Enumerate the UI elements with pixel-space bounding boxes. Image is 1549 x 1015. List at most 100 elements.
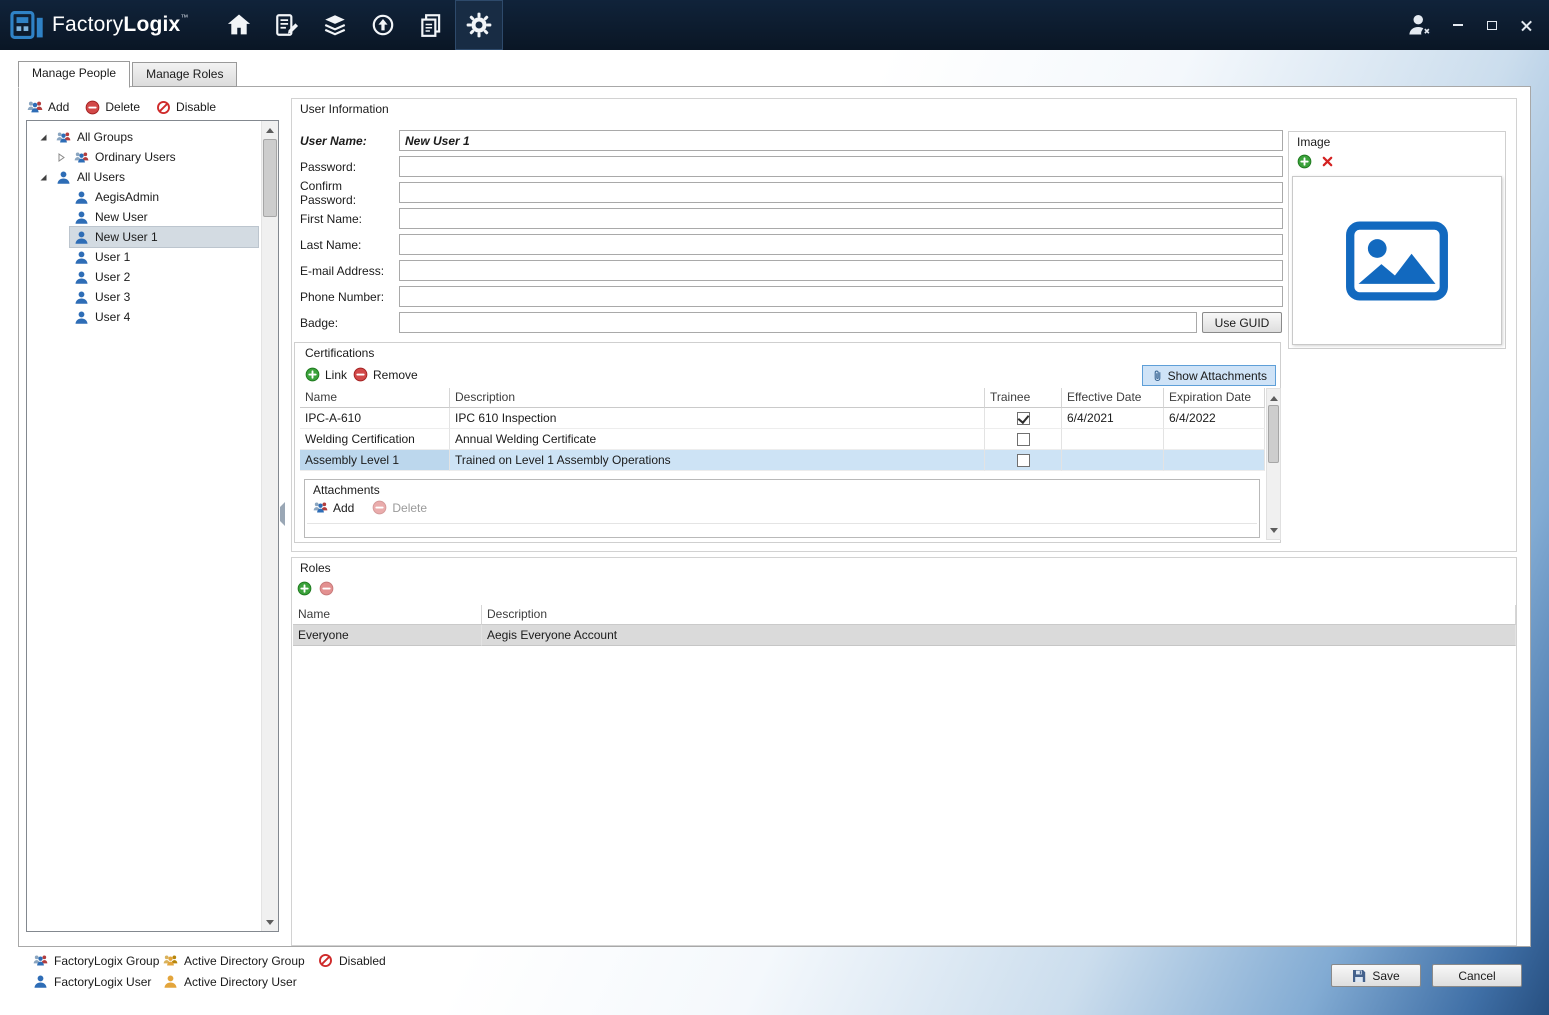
cert-row-description[interactable]: Annual Welding Certificate: [450, 429, 985, 450]
column-header-name[interactable]: Name: [293, 605, 482, 625]
tab-manage-people[interactable]: Manage People: [18, 61, 130, 88]
cert-row-description[interactable]: IPC 610 Inspection: [450, 408, 985, 429]
cert-row-effective-date[interactable]: 6/4/2021: [1062, 408, 1164, 429]
role-row-name[interactable]: Everyone: [293, 625, 482, 646]
cert-row-name[interactable]: Welding Certification: [300, 429, 450, 450]
maximize-icon[interactable]: [1483, 15, 1501, 35]
tree-item-all-groups[interactable]: All Groups: [27, 127, 261, 147]
scroll-up-icon[interactable]: [262, 122, 278, 138]
link-certification-button[interactable]: Link: [305, 367, 347, 382]
attachments-title: Attachments: [313, 483, 380, 497]
cert-scrollbar-thumb[interactable]: [1268, 405, 1279, 463]
last-name-input[interactable]: [399, 234, 1283, 255]
cert-row-name-selected[interactable]: Assembly Level 1: [300, 450, 450, 471]
tree-item-all-users[interactable]: All Users: [27, 167, 261, 187]
cert-row-expiration-date[interactable]: 6/4/2022: [1164, 408, 1265, 429]
column-header-expiration-date[interactable]: Expiration Date: [1164, 388, 1265, 408]
cert-row-effective-date[interactable]: [1062, 450, 1164, 471]
cancel-button[interactable]: Cancel: [1432, 964, 1522, 987]
tree-item-ordinary-users[interactable]: Ordinary Users: [27, 147, 261, 167]
scroll-down-icon[interactable]: [262, 914, 278, 930]
expander-open-icon[interactable]: [39, 167, 52, 187]
roles-title: Roles: [300, 561, 331, 575]
cert-row-trainee-cell[interactable]: [985, 408, 1062, 429]
settings-gear-icon[interactable]: [455, 0, 503, 50]
trainee-checkbox[interactable]: [1017, 454, 1030, 467]
delete-image-icon[interactable]: [1321, 155, 1334, 168]
user-image-area[interactable]: [1292, 176, 1502, 345]
attachments-list[interactable]: [307, 523, 1257, 536]
add-image-icon[interactable]: [1297, 154, 1312, 169]
use-guid-button[interactable]: Use GUID: [1202, 312, 1282, 333]
plus-circle-icon: [305, 367, 320, 382]
password-input[interactable]: [399, 156, 1283, 177]
cert-row-expiration-date[interactable]: [1164, 450, 1265, 471]
attachments-panel: Attachments Add Delete: [304, 479, 1260, 538]
tree-item-aegisadmin[interactable]: AegisAdmin: [27, 187, 261, 207]
user-name-input[interactable]: [399, 130, 1283, 151]
expander-open-icon[interactable]: [39, 127, 52, 147]
cert-row-effective-date[interactable]: [1062, 429, 1164, 450]
splitter-collapse-icon[interactable]: [280, 507, 285, 521]
column-header-description[interactable]: Description: [450, 388, 985, 408]
tree-scrollbar[interactable]: [261, 121, 278, 931]
cert-row-expiration-date[interactable]: [1164, 429, 1265, 450]
role-row-description[interactable]: Aegis Everyone Account: [482, 625, 1516, 646]
trainee-checkbox[interactable]: [1017, 412, 1030, 425]
person-icon: [72, 310, 90, 325]
cert-row-trainee-cell[interactable]: [985, 429, 1062, 450]
add-attachment-button[interactable]: Add: [313, 500, 354, 515]
trainee-checkbox[interactable]: [1017, 433, 1030, 446]
cert-row-trainee-cell[interactable]: [985, 450, 1062, 471]
scroll-down-icon[interactable]: [1267, 522, 1280, 538]
no-sign-icon: [318, 953, 333, 968]
production-nav-icon[interactable]: [263, 0, 311, 50]
column-header-trainee[interactable]: Trainee: [985, 388, 1062, 408]
expander-closed-icon[interactable]: [57, 147, 70, 167]
column-header-effective-date[interactable]: Effective Date: [1062, 388, 1164, 408]
person-icon: [72, 210, 90, 225]
remove-certification-button[interactable]: Remove: [353, 367, 418, 382]
column-header-description[interactable]: Description: [482, 605, 1516, 625]
add-user-button[interactable]: Add: [27, 99, 69, 115]
minimize-icon[interactable]: [1449, 15, 1467, 35]
tree-item-user-3[interactable]: User 3: [27, 287, 261, 307]
cert-row-name[interactable]: IPC-A-610: [300, 408, 450, 429]
close-icon[interactable]: [1517, 15, 1535, 35]
cert-row-description[interactable]: Trained on Level 1 Assembly Operations: [450, 450, 985, 471]
person-icon: [72, 250, 90, 265]
tab-manage-roles[interactable]: Manage Roles: [132, 62, 237, 87]
person-icon: [54, 170, 72, 185]
materials-nav-icon[interactable]: [311, 0, 359, 50]
tree-item-new-user[interactable]: New User: [27, 207, 261, 227]
disable-user-button[interactable]: Disable: [156, 100, 216, 115]
column-header-name[interactable]: Name: [300, 388, 450, 408]
home-nav-icon[interactable]: [215, 0, 263, 50]
tree-item-user-4[interactable]: User 4: [27, 307, 261, 327]
confirm-password-input[interactable]: [399, 182, 1283, 203]
certifications-scrollbar[interactable]: [1266, 388, 1281, 540]
certifications-title: Certifications: [305, 346, 374, 360]
tree-scrollbar-thumb[interactable]: [263, 139, 277, 217]
legend-active-directory-group: Active Directory Group: [163, 953, 305, 968]
badge-input[interactable]: [399, 312, 1197, 333]
delete-user-button[interactable]: Delete: [85, 100, 140, 115]
tree-item-new-user-1[interactable]: New User 1: [27, 227, 261, 247]
email-input[interactable]: [399, 260, 1283, 281]
tree-item-user-2[interactable]: User 2: [27, 267, 261, 287]
scroll-up-icon[interactable]: [1267, 390, 1280, 406]
show-attachments-button[interactable]: Show Attachments: [1142, 365, 1276, 386]
tree-item-user-1[interactable]: User 1: [27, 247, 261, 267]
field-last-name: Last Name:: [300, 234, 1283, 255]
documents-nav-icon[interactable]: [407, 0, 455, 50]
minus-circle-icon: [353, 367, 368, 382]
save-button[interactable]: Save: [1331, 964, 1421, 987]
legend-disabled: Disabled: [318, 953, 386, 968]
first-name-input[interactable]: [399, 208, 1283, 229]
user-logout-icon[interactable]: [1407, 13, 1433, 37]
remove-role-icon[interactable]: [319, 581, 334, 596]
phone-input[interactable]: [399, 286, 1283, 307]
image-placeholder-icon: [1345, 220, 1449, 302]
add-role-icon[interactable]: [297, 581, 312, 596]
logistics-nav-icon[interactable]: [359, 0, 407, 50]
